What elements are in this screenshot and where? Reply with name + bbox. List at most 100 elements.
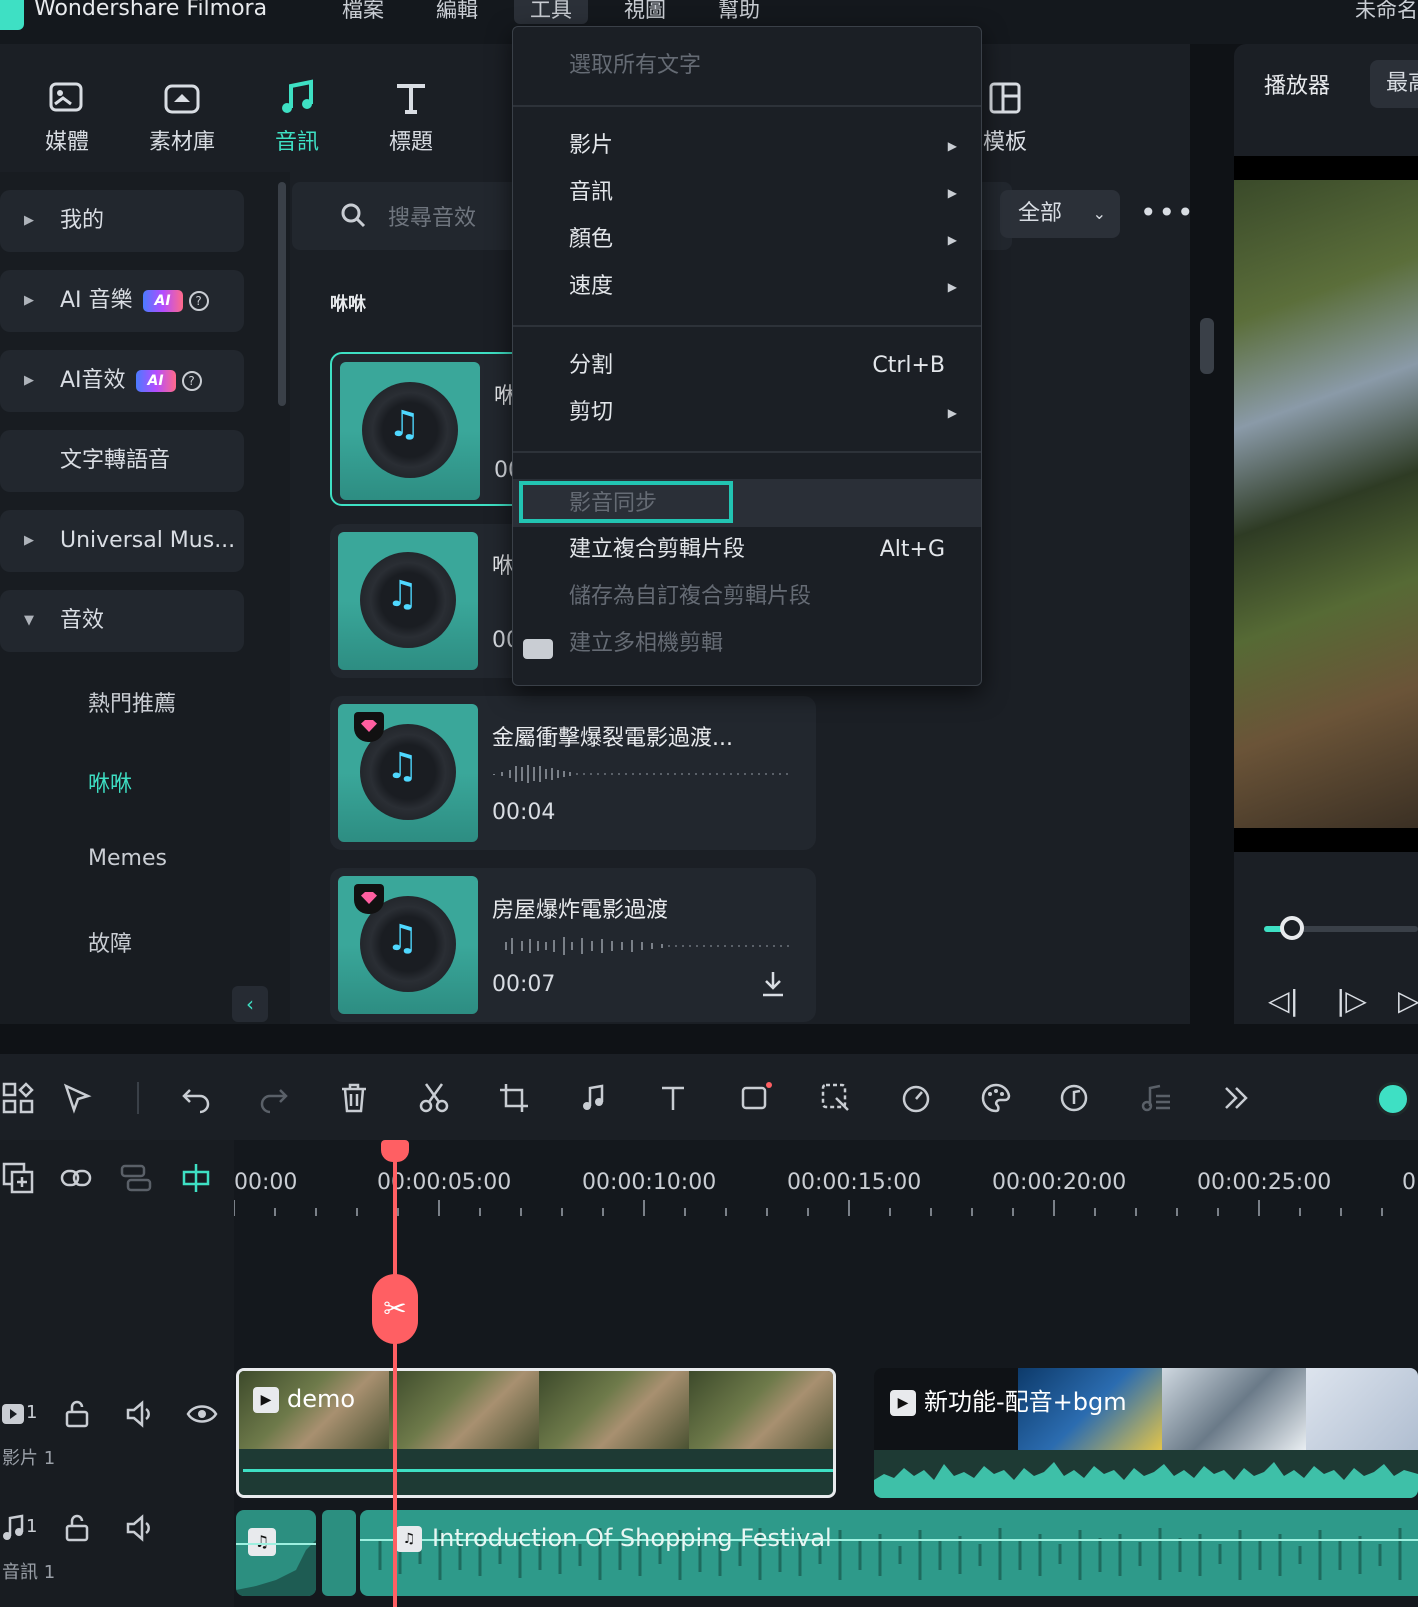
- video-clip-new-feature[interactable]: ▶ 新功能-配音+bgm: [874, 1368, 1418, 1498]
- clip-waveform: [874, 1450, 1418, 1498]
- menu-tools[interactable]: 工具: [514, 0, 588, 24]
- clip-label: ♫ Introduction Of Shopping Festival: [396, 1524, 832, 1552]
- tab-titles[interactable]: 標題: [366, 78, 456, 156]
- collapse-sidebar-button[interactable]: ‹: [232, 986, 268, 1022]
- color-palette-icon[interactable]: [980, 1082, 1012, 1114]
- tab-audio[interactable]: 音訊: [252, 78, 342, 156]
- sidebar-subitem-whoosh[interactable]: 咻咻: [88, 766, 132, 798]
- sound-card[interactable]: ♫ 金屬衝擊爆裂電影過渡... 00:04: [330, 696, 816, 850]
- audio-edit-icon[interactable]: [578, 1082, 610, 1114]
- audio-clip-tiny[interactable]: [322, 1510, 356, 1596]
- sound-thumbnail: ♫: [338, 876, 478, 1014]
- video-preview[interactable]: [1234, 180, 1418, 828]
- more-options-icon[interactable]: •••: [1140, 196, 1196, 229]
- menu-help[interactable]: 幫助: [718, 0, 760, 24]
- scissors-icon[interactable]: [418, 1082, 450, 1114]
- menu-edit[interactable]: 編輯: [436, 0, 478, 24]
- tab-player[interactable]: 播放器: [1264, 68, 1330, 100]
- sidebar-subitem-memes[interactable]: Memes: [88, 846, 167, 871]
- playback-progress-handle[interactable]: [1280, 916, 1304, 940]
- select-tool-icon[interactable]: [62, 1082, 94, 1114]
- more-tools-icon[interactable]: [1220, 1082, 1252, 1114]
- undo-icon[interactable]: [180, 1082, 212, 1114]
- next-frame-icon[interactable]: |▷: [1336, 984, 1367, 1017]
- sound-title: 咻: [492, 554, 515, 579]
- ruler-label: 00:00:20:00: [992, 1170, 1127, 1195]
- sound-duration: 00:07: [492, 972, 556, 997]
- eye-icon[interactable]: [186, 1398, 218, 1430]
- tab-label: 音訊: [274, 130, 319, 155]
- tab-media[interactable]: 媒體: [22, 78, 112, 156]
- submenu-arrow-icon: ▶: [947, 233, 957, 247]
- sidebar-item-ai-music[interactable]: ▶ AI 音樂 AI?: [0, 270, 244, 332]
- ai-audio-icon[interactable]: [1060, 1082, 1092, 1114]
- sound-duration: 00:04: [492, 800, 556, 825]
- menu-item-split[interactable]: 分割 Ctrl+B: [513, 343, 981, 389]
- playhead[interactable]: [393, 1148, 397, 1607]
- menu-item-cut[interactable]: 剪切 ▶: [513, 390, 981, 436]
- menu-item-label: 建立複合剪輯片段: [569, 537, 746, 562]
- sidebar-subitem-trending[interactable]: 熱門推薦: [88, 686, 176, 718]
- video-letterbox: [1234, 828, 1418, 852]
- playhead-handle[interactable]: [381, 1140, 409, 1162]
- unlock-icon[interactable]: [62, 1512, 94, 1544]
- sidebar-subitem-glitch[interactable]: 故障: [88, 926, 132, 958]
- audio-clip-shopping-festival[interactable]: ♫ Introduction Of Shopping Festival: [360, 1510, 1418, 1596]
- clip-name: demo: [287, 1385, 356, 1413]
- sidebar-item-ai-sfx[interactable]: ▶ AI音效 AI?: [0, 350, 244, 412]
- menu-item-label: 剪切: [569, 400, 614, 425]
- unlock-icon[interactable]: [62, 1398, 94, 1430]
- timeline-ruler[interactable]: [234, 1200, 1418, 1220]
- sidebar-scrollbar[interactable]: [278, 182, 286, 406]
- volume-icon[interactable]: [124, 1512, 156, 1544]
- collapse-arrow-icon: ▼: [24, 613, 34, 628]
- clip-frame: [689, 1371, 833, 1449]
- help-icon[interactable]: ?: [188, 291, 209, 311]
- menu-item-create-compound[interactable]: 建立複合剪輯片段 Alt+G: [513, 527, 981, 573]
- redo-icon: [258, 1082, 290, 1114]
- ruler-label: 00:00:15:00: [787, 1170, 922, 1195]
- submenu-arrow-icon: ▶: [947, 139, 957, 153]
- sidebar-item-mine[interactable]: ▶ 我的: [0, 190, 244, 252]
- sidebar-item-sfx[interactable]: ▼ 音效: [0, 590, 244, 652]
- sidebar-item-universal-music[interactable]: ▶ Universal Mus...: [0, 510, 244, 572]
- sound-thumbnail: ♫: [338, 704, 478, 842]
- audio-clip-short[interactable]: ♫: [236, 1510, 316, 1596]
- snap-icon[interactable]: [180, 1162, 212, 1194]
- download-icon[interactable]: [760, 970, 786, 998]
- menu-divider: [513, 325, 981, 327]
- tab-quality[interactable]: 最高: [1370, 60, 1418, 108]
- text-tool-icon[interactable]: [658, 1082, 690, 1114]
- layout-grid-icon[interactable]: [2, 1082, 34, 1114]
- video-clip-demo[interactable]: ▶ demo: [236, 1368, 836, 1498]
- link-icon[interactable]: [60, 1162, 92, 1194]
- menu-item-audio[interactable]: 音訊 ▶: [513, 170, 981, 216]
- sound-card[interactable]: ♫ 房屋爆炸電影過渡 00:07: [330, 868, 816, 1022]
- frame-shape-icon[interactable]: [740, 1082, 772, 1114]
- filter-dropdown[interactable]: 全部 ⌄: [1000, 190, 1120, 238]
- ruler-label: 00:00:10:00: [582, 1170, 717, 1195]
- play-icon[interactable]: ▷: [1398, 984, 1418, 1017]
- menu-item-video[interactable]: 影片 ▶: [513, 123, 981, 169]
- delete-icon[interactable]: [338, 1082, 370, 1114]
- menu-item-label: 速度: [569, 274, 614, 299]
- menu-item-color[interactable]: 顏色 ▶: [513, 217, 981, 263]
- content-scrollbar[interactable]: [1200, 318, 1214, 374]
- ai-badge: AI: [142, 290, 183, 312]
- volume-icon[interactable]: [124, 1398, 156, 1430]
- menu-item-speed[interactable]: 速度 ▶: [513, 264, 981, 310]
- crop-icon[interactable]: [498, 1082, 530, 1114]
- tab-stock[interactable]: 素材庫: [137, 78, 227, 156]
- sidebar-item-tts[interactable]: 文字轉語音: [0, 430, 244, 492]
- menu-file[interactable]: 檔案: [342, 0, 384, 24]
- ai-cutout-icon[interactable]: [820, 1082, 852, 1114]
- previous-frame-icon[interactable]: ◁|: [1268, 984, 1299, 1017]
- menu-view[interactable]: 視圖: [624, 0, 666, 24]
- ai-assistant-icon[interactable]: [1376, 1082, 1410, 1116]
- sidebar-item-label: 音效: [60, 608, 105, 633]
- speed-icon[interactable]: [900, 1082, 932, 1114]
- add-track-icon[interactable]: [2, 1162, 34, 1194]
- clip-frame: [1306, 1368, 1418, 1450]
- playhead-split-icon[interactable]: ✂: [372, 1274, 418, 1344]
- help-icon[interactable]: ?: [181, 371, 202, 391]
